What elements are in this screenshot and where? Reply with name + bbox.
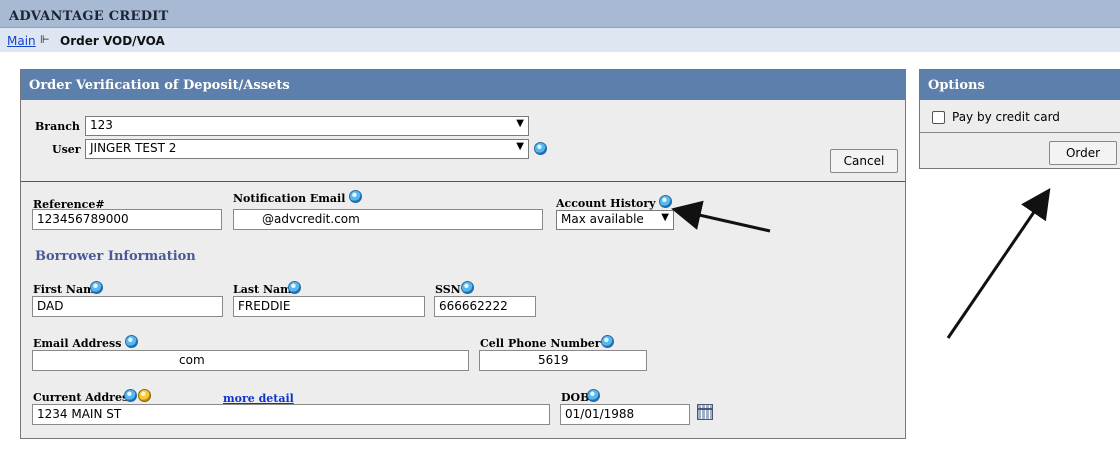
- options-panel: Options Pay by credit card Order: [919, 69, 1120, 169]
- last-name-help-icon[interactable]: [288, 281, 301, 294]
- options-divider: [920, 132, 1120, 133]
- question-icon[interactable]: [138, 389, 151, 402]
- order-button[interactable]: Order: [1049, 141, 1117, 165]
- ssn-help-icon[interactable]: [461, 281, 474, 294]
- dob-help-icon[interactable]: [587, 389, 600, 402]
- notification-email-input[interactable]: @advcredit.com: [233, 209, 543, 230]
- notification-email-label: Notification Email: [233, 192, 346, 205]
- pay-by-card-label: Pay by credit card: [952, 110, 1060, 124]
- order-panel: Order Verification of Deposit/Assets Bra…: [20, 69, 906, 439]
- user-label: User: [52, 143, 81, 156]
- cell-phone-label: Cell Phone Number: [480, 337, 601, 350]
- last-name-input[interactable]: FREDDIE: [233, 296, 425, 317]
- cancel-button[interactable]: Cancel: [830, 149, 898, 173]
- account-history-select[interactable]: Max available ▼: [556, 210, 674, 230]
- dob-label: DOB: [561, 391, 590, 404]
- first-name-input[interactable]: DAD: [32, 296, 223, 317]
- user-select[interactable]: JINGER TEST 2 ▼: [85, 139, 529, 159]
- branch-select[interactable]: 123 ▼: [85, 116, 529, 136]
- current-address-input[interactable]: 1234 MAIN ST: [32, 404, 550, 425]
- breadcrumb-main-link[interactable]: Main: [7, 34, 36, 48]
- calendar-icon[interactable]: [697, 404, 713, 420]
- branch-label: Branch: [35, 120, 80, 133]
- app-title: ADVANTAGE CREDIT: [9, 9, 169, 24]
- app-header: ADVANTAGE CREDIT: [0, 0, 1120, 28]
- address-help-icon[interactable]: [124, 389, 137, 402]
- notification-email-help-icon[interactable]: [349, 190, 362, 203]
- reference-input[interactable]: 123456789000: [32, 209, 222, 230]
- order-panel-title: Order Verification of Deposit/Assets: [21, 70, 905, 100]
- chevron-down-icon: ▼: [516, 141, 524, 152]
- annotation-arrow-order: [946, 188, 1051, 339]
- cell-phone-input[interactable]: 5619: [479, 350, 647, 371]
- ssn-label: SSN: [435, 283, 461, 296]
- email-address-help-icon[interactable]: [125, 335, 138, 348]
- user-value: JINGER TEST 2: [90, 141, 177, 155]
- current-address-label: Current Address: [33, 391, 135, 404]
- dob-input[interactable]: 01/01/1988: [560, 404, 690, 425]
- options-title: Options: [920, 70, 1120, 100]
- email-address-input[interactable]: com: [32, 350, 469, 371]
- account-history-help-icon[interactable]: [659, 195, 672, 208]
- breadcrumb-current: Order VOD/VOA: [60, 34, 165, 48]
- cell-phone-help-icon[interactable]: [601, 335, 614, 348]
- first-name-help-icon[interactable]: [90, 281, 103, 294]
- email-address-label: Email Address: [33, 337, 122, 350]
- chevron-down-icon: ▼: [516, 118, 524, 129]
- panel-divider: [21, 181, 905, 182]
- pay-by-card-checkbox[interactable]: [932, 111, 945, 124]
- breadcrumb: Main ⊩ Order VOD/VOA: [0, 28, 1120, 52]
- ssn-input[interactable]: 666662222: [434, 296, 536, 317]
- account-history-label: Account History: [556, 197, 656, 210]
- account-history-value: Max available: [561, 212, 644, 226]
- user-help-icon[interactable]: [534, 142, 547, 155]
- branch-value: 123: [90, 118, 113, 132]
- borrower-section-title: Borrower Information: [35, 249, 196, 264]
- chevron-down-icon: ▼: [661, 212, 669, 223]
- breadcrumb-separator-icon: ⊩: [40, 33, 50, 46]
